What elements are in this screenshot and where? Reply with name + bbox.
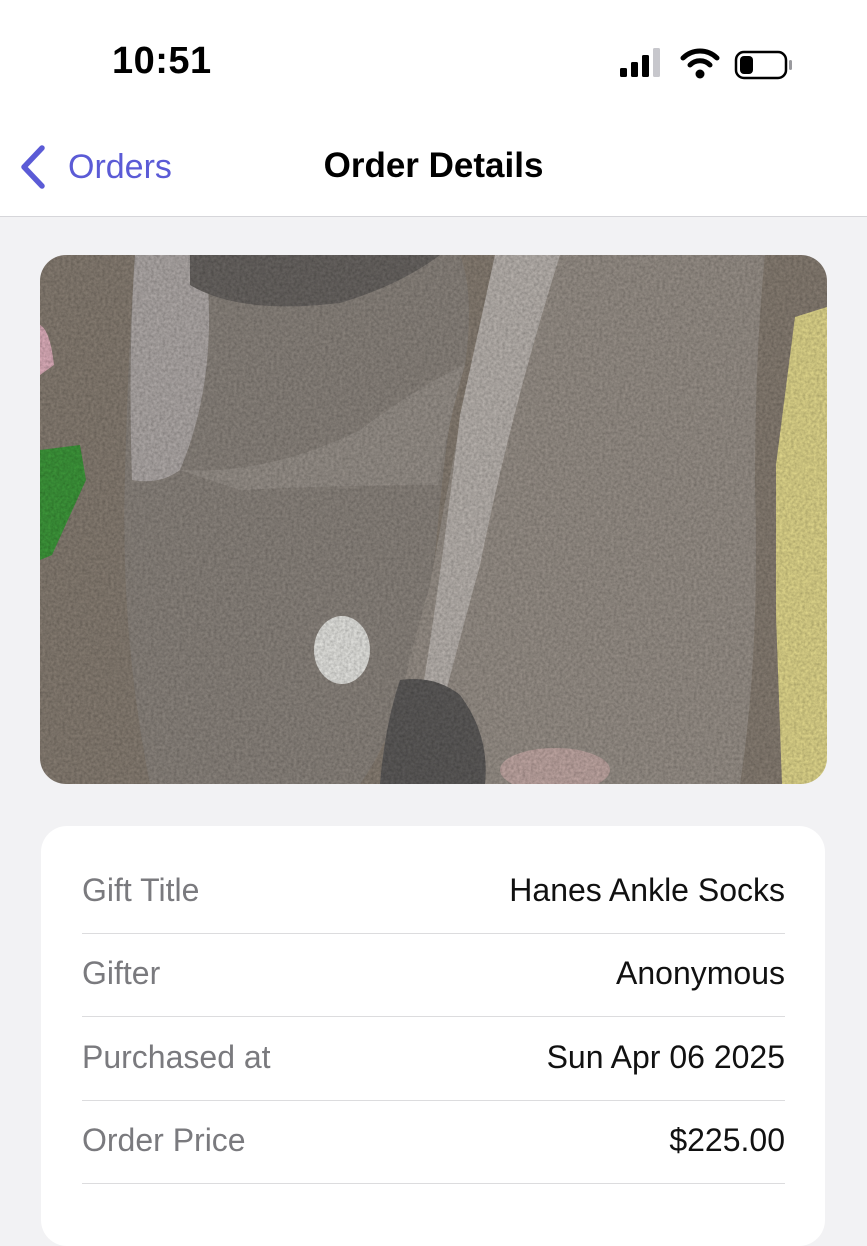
detail-row-order-price: Order Price $225.00 xyxy=(82,1100,785,1184)
detail-value: Anonymous xyxy=(616,955,785,991)
detail-row-gifter: Gifter Anonymous xyxy=(82,933,785,1017)
page-title: Order Details xyxy=(323,146,544,185)
detail-row-gift-title: Gift Title Hanes Ankle Socks xyxy=(82,850,785,934)
status-bar: 10:51 xyxy=(0,0,867,120)
order-details-card: Gift Title Hanes Ankle Socks Gifter Anon… xyxy=(41,826,825,1246)
wifi-icon xyxy=(680,48,720,79)
product-image xyxy=(40,255,827,784)
detail-label: Purchased at xyxy=(82,1039,271,1075)
nav-bar: Orders Order Details xyxy=(0,120,867,217)
detail-value: Sun Apr 06 2025 xyxy=(546,1039,785,1075)
cellular-signal-icon xyxy=(620,48,660,77)
detail-value: $225.00 xyxy=(669,1122,785,1158)
detail-label: Gift Title xyxy=(82,872,200,908)
battery-icon xyxy=(734,50,792,80)
detail-value: Hanes Ankle Socks xyxy=(509,872,785,908)
product-photo xyxy=(40,255,827,784)
detail-label: Gifter xyxy=(82,955,161,991)
detail-row-purchased-at: Purchased at Sun Apr 06 2025 xyxy=(82,1017,785,1101)
status-time: 10:51 xyxy=(112,40,212,82)
detail-label: Order Price xyxy=(82,1122,246,1158)
